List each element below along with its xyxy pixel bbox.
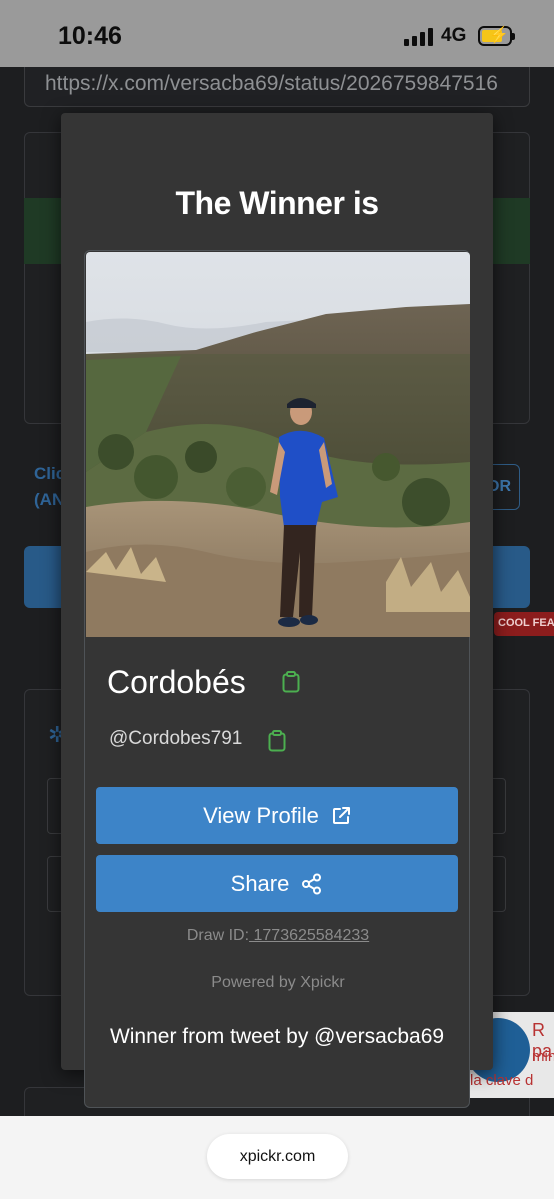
view-profile-button[interactable]: View Profile [96,787,458,844]
cool-features-badge: COOL FEA [494,612,554,636]
powered-by: Powered by Xpickr [211,974,345,991]
winner-from-text: Winner from tweet by @versacba69 [109,1025,445,1048]
winner-photo [86,252,470,637]
address-bar-url: xpickr.com [239,1147,316,1165]
copy-handle-icon[interactable] [268,730,286,752]
external-link-icon [332,806,350,824]
view-profile-label: View Profile [203,802,319,828]
share-button[interactable]: Share [96,855,458,912]
winner-modal: The Winner is Cordobés @Cordobes791 View… [61,113,493,1108]
winner-handle: @Cordobes791 [109,728,243,749]
share-icon [302,873,322,894]
share-label: Share [230,870,290,896]
copy-name-icon[interactable] [282,671,300,693]
browser-bottom-bar: xpickr.com [0,1116,554,1199]
draw-id-label: Draw ID: [186,927,250,944]
background-text-2: (AN [34,490,65,509]
draw-id: Draw ID: 1773625584233 [85,927,471,945]
battery-charging-icon: ⚡ [478,26,515,46]
draw-id-link[interactable]: 1773625584233 [249,927,369,944]
winner-card: Cordobés @Cordobes791 View Profile Share [84,250,470,1108]
status-bar: 10:46 4G ⚡ [0,0,554,67]
modal-title: The Winner is [175,185,379,221]
network-label: 4G [441,25,467,46]
address-bar[interactable]: xpickr.com [207,1134,348,1179]
tweet-url-input[interactable]: https://x.com/versacba69/status/20267598… [24,67,530,107]
signal-icon [404,28,434,46]
status-time: 10:46 [58,22,122,50]
winner-name: Cordobés [107,664,246,700]
